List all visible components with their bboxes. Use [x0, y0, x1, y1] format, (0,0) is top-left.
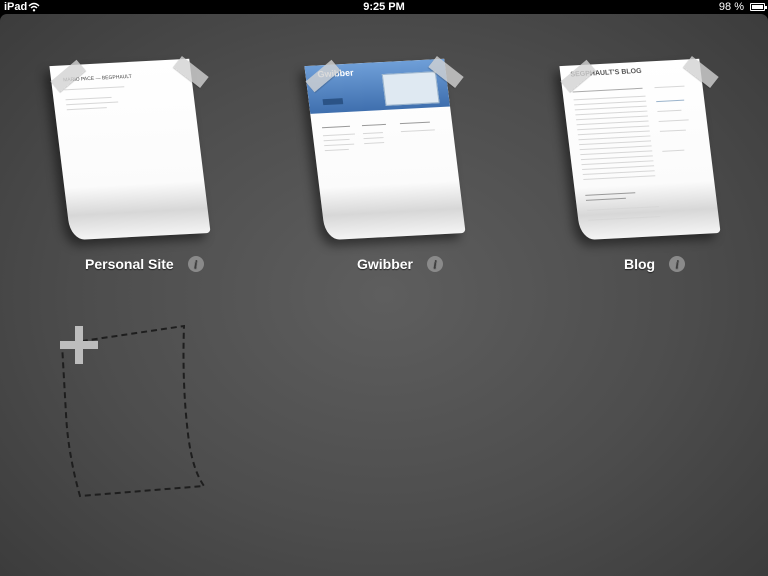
site-label-row: Gwibber i	[357, 255, 444, 273]
site-thumbnail[interactable]: SEGPHAULT'S BLOG	[559, 58, 721, 241]
battery-icon	[750, 3, 767, 11]
clock: 9:25 PM	[363, 1, 405, 13]
battery-percentage: 98 %	[718, 1, 744, 13]
site-thumbnail[interactable]: MARIO PACE — BEGPHAULT	[49, 58, 211, 241]
site-tile-personal[interactable]: MARIO PACE — BEGPHAULT	[49, 14, 220, 241]
add-site-button[interactable]	[58, 324, 208, 502]
info-icon[interactable]: i	[427, 256, 444, 272]
web-clip-board: MARIO PACE — BEGPHAULT Personal Site i G…	[0, 14, 768, 576]
site-tile-blog[interactable]: SEGPHAULT'S BLOG	[559, 14, 730, 241]
site-label: Gwibber	[357, 256, 414, 272]
site-label-row: Blog i	[624, 255, 686, 273]
info-icon[interactable]: i	[669, 256, 686, 272]
site-label: Blog	[624, 256, 656, 272]
ipad-screen: iPad 9:25 PM 98 % MARIO PACE — BEGPHAULT…	[0, 0, 768, 576]
site-label-row: Personal Site i	[85, 255, 204, 273]
site-thumbnail[interactable]: Gwibber	[304, 58, 466, 241]
plus-icon	[60, 326, 98, 364]
info-icon[interactable]: i	[187, 256, 204, 272]
site-label: Personal Site	[85, 256, 174, 272]
status-bar: iPad 9:25 PM 98 %	[0, 0, 768, 14]
site-tile-gwibber[interactable]: Gwibber	[304, 14, 475, 241]
